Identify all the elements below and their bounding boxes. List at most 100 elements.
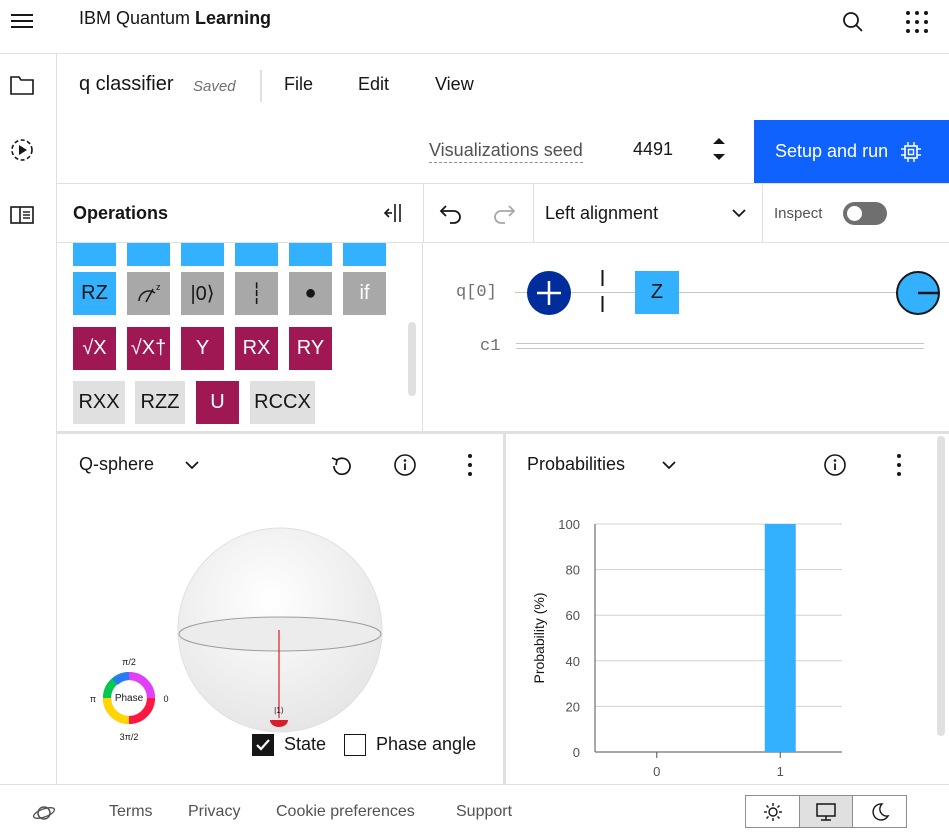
qsphere-view-select[interactable]: Q-sphere bbox=[79, 454, 154, 475]
phase-right-label: 0 bbox=[163, 694, 168, 704]
menu-icon[interactable] bbox=[10, 10, 36, 32]
gate-sqrt-x-dagger[interactable]: √X† bbox=[127, 327, 170, 370]
gate-ry[interactable]: RY bbox=[289, 327, 332, 370]
run-history-icon[interactable] bbox=[8, 136, 38, 166]
state-checkbox[interactable] bbox=[252, 734, 274, 756]
gate-if[interactable]: if bbox=[343, 272, 386, 315]
gate-control[interactable]: ● bbox=[289, 272, 332, 315]
setup-and-run-button[interactable]: Setup and run bbox=[754, 120, 949, 183]
brand-bold: Learning bbox=[195, 8, 272, 28]
gate-y[interactable]: Y bbox=[181, 327, 224, 370]
phase-left-label: π bbox=[90, 694, 96, 704]
probabilities-view-select[interactable]: Probabilities bbox=[527, 454, 625, 475]
overflow-menu-icon[interactable] bbox=[458, 453, 482, 477]
reset-view-icon[interactable] bbox=[329, 453, 353, 477]
toolbar-divider bbox=[423, 184, 424, 242]
dark-theme-button[interactable] bbox=[853, 796, 907, 827]
info-icon[interactable] bbox=[393, 453, 417, 477]
gate-partial[interactable] bbox=[289, 243, 332, 266]
footer-link-cookies[interactable]: Cookie preferences bbox=[276, 803, 415, 821]
folder-icon[interactable] bbox=[8, 72, 38, 102]
palette-scrollbar[interactable] bbox=[408, 322, 416, 396]
gate-partial[interactable] bbox=[181, 243, 224, 266]
side-panel-icon[interactable] bbox=[8, 202, 38, 232]
gate-reset[interactable]: |0⟩ bbox=[181, 272, 224, 315]
phase-angle-checkbox[interactable] bbox=[344, 734, 366, 756]
gate-rxx[interactable]: RXX bbox=[73, 381, 125, 424]
menu-view[interactable]: View bbox=[435, 74, 474, 95]
phase-top-label: π/2 bbox=[122, 657, 136, 667]
y-axis-label: Probability (%) bbox=[531, 592, 547, 683]
brand-prefix: IBM Quantum bbox=[79, 8, 196, 28]
overflow-menu-icon[interactable] bbox=[887, 453, 911, 477]
phase-wheel-label: Phase bbox=[115, 693, 144, 704]
gate-measure-z[interactable]: z bbox=[127, 272, 170, 315]
classical-label: c1 bbox=[480, 337, 501, 356]
gate-partial[interactable] bbox=[73, 243, 116, 266]
menu-file[interactable]: File bbox=[284, 74, 313, 95]
undo-icon[interactable] bbox=[438, 200, 464, 226]
svg-text:z: z bbox=[156, 282, 161, 292]
gate-partial[interactable] bbox=[343, 243, 386, 266]
phase-angle-checkbox-label[interactable]: Phase angle bbox=[376, 734, 476, 755]
gate-partial[interactable] bbox=[235, 243, 278, 266]
alignment-select[interactable]: Left alignment bbox=[545, 203, 658, 224]
redo-icon[interactable] bbox=[491, 200, 517, 226]
y-tick-label: 20 bbox=[566, 699, 580, 714]
gate-rzz[interactable]: RZZ bbox=[135, 381, 185, 424]
info-icon[interactable] bbox=[823, 453, 847, 477]
y-tick-label: 40 bbox=[566, 654, 580, 669]
inspect-label: Inspect bbox=[774, 205, 823, 222]
state-checkbox-label[interactable]: State bbox=[284, 734, 326, 755]
seed-stepper[interactable] bbox=[709, 134, 729, 164]
y-tick-label: 0 bbox=[573, 745, 580, 760]
chevron-down-icon[interactable] bbox=[183, 456, 201, 474]
circuit-measure-gate[interactable] bbox=[896, 271, 940, 315]
light-theme-button[interactable] bbox=[746, 796, 800, 827]
panel-scrollbar[interactable] bbox=[937, 436, 945, 736]
gate-rx[interactable]: RX bbox=[235, 327, 278, 370]
gate-barrier[interactable]: ┆ bbox=[235, 272, 278, 315]
brand-title[interactable]: IBM Quantum Learning bbox=[79, 8, 271, 29]
hadamard-plus-gate[interactable] bbox=[527, 271, 571, 315]
measure-icon: z bbox=[137, 282, 161, 302]
circuit-gate-z[interactable]: Z bbox=[635, 271, 679, 314]
circuit-canvas bbox=[424, 243, 949, 431]
sun-icon bbox=[764, 802, 782, 821]
stepper-down-icon bbox=[713, 154, 725, 160]
footer-link-privacy[interactable]: Privacy bbox=[188, 803, 240, 821]
monitor-icon bbox=[816, 802, 836, 821]
saved-status: Saved bbox=[193, 78, 236, 95]
gate-u[interactable]: U bbox=[196, 381, 239, 424]
footer-link-terms[interactable]: Terms bbox=[109, 803, 153, 821]
app-switcher-icon[interactable] bbox=[904, 9, 930, 35]
title-divider bbox=[260, 70, 262, 102]
stepper-up-icon bbox=[713, 138, 725, 144]
classical-wire bbox=[516, 348, 924, 349]
planet-logo-icon[interactable] bbox=[32, 801, 56, 825]
run-label: Setup and run bbox=[775, 141, 889, 161]
footer-link-support[interactable]: Support bbox=[456, 803, 512, 821]
gate-sqrt-x[interactable]: √X bbox=[73, 327, 116, 370]
search-icon[interactable] bbox=[840, 9, 866, 35]
toolbar-divider bbox=[762, 184, 763, 242]
qubit-label[interactable]: q[0] bbox=[456, 283, 497, 302]
gate-rz[interactable]: RZ bbox=[73, 272, 116, 315]
panels-divider bbox=[503, 434, 506, 784]
file-title[interactable]: q classifier bbox=[79, 73, 173, 96]
chevron-down-icon[interactable] bbox=[660, 456, 678, 474]
probabilities-chart: 0 20 40 60 80 100 0 1 Probability (%) bbox=[531, 517, 842, 779]
x-tick-label: 0 bbox=[653, 764, 660, 779]
chip-icon bbox=[901, 141, 922, 162]
toolbar-divider bbox=[533, 184, 534, 242]
y-tick-label: 60 bbox=[566, 608, 580, 623]
gate-partial[interactable] bbox=[127, 243, 170, 266]
collapse-panel-icon[interactable] bbox=[381, 201, 405, 225]
circuit-barrier[interactable] bbox=[601, 270, 604, 314]
chevron-down-icon[interactable] bbox=[730, 204, 748, 222]
menu-edit[interactable]: Edit bbox=[358, 74, 389, 95]
gate-rccx[interactable]: RCCX bbox=[250, 381, 315, 424]
y-tick-label: 100 bbox=[558, 517, 580, 532]
system-theme-button[interactable] bbox=[799, 796, 853, 827]
seed-input[interactable]: 4491 bbox=[633, 139, 673, 160]
